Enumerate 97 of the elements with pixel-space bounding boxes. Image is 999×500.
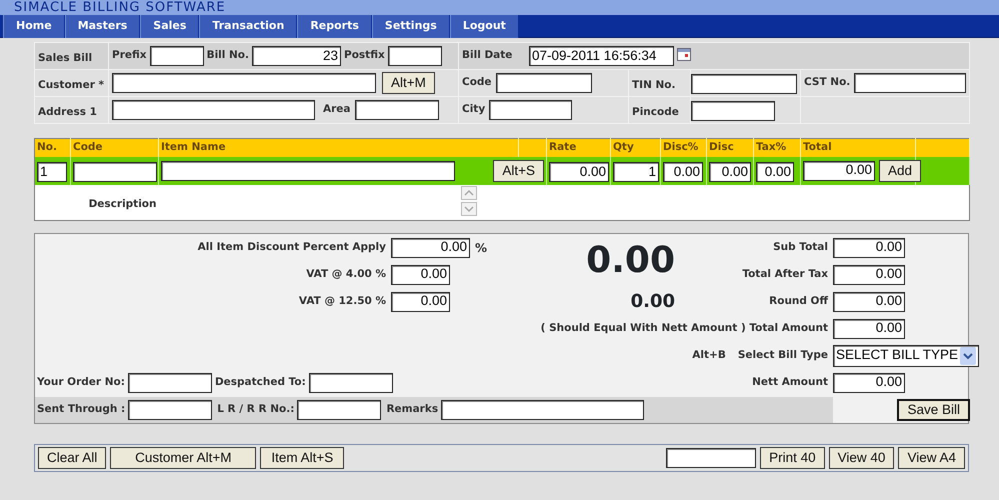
order-number-field[interactable] (128, 372, 212, 392)
column-header: Tax% (756, 140, 786, 153)
pincode-field[interactable] (691, 101, 775, 122)
prefix-field[interactable] (150, 46, 204, 66)
view-button[interactable]: View A4 (898, 447, 965, 469)
despatched-to-field[interactable] (308, 372, 393, 392)
field-label: Sub Total (772, 240, 829, 255)
field-label: CST No. (804, 75, 850, 90)
app-title: SIMACLE BILLING SOFTWARE (14, 0, 227, 15)
field-label: Your Order No: (37, 374, 125, 390)
field-label: Prefix (112, 48, 147, 64)
field-label: Code (462, 75, 492, 90)
menu-item[interactable]: Sales (140, 15, 200, 38)
discount-percent-field[interactable]: 0.00 (663, 162, 703, 182)
item-name-field[interactable] (161, 160, 456, 180)
column-header: Total (803, 140, 832, 153)
section-title: Sales Bill (38, 52, 92, 64)
percent-sign: % (475, 240, 488, 256)
field-label: Address 1 (38, 106, 97, 118)
field-label: Pincode (632, 106, 679, 118)
menu-item[interactable]: Transaction (199, 15, 298, 38)
quantity-field[interactable]: 1 (613, 162, 659, 182)
item-code-field[interactable] (73, 162, 157, 182)
column-header: Qty (613, 140, 634, 153)
menu-item[interactable]: Settings (372, 15, 450, 38)
item-button[interactable]: Item Alt+S (260, 447, 344, 469)
total-field[interactable]: 0.00 (833, 264, 905, 284)
calendar-icon[interactable] (677, 48, 691, 61)
menu-item[interactable]: Masters (64, 15, 140, 38)
tin-field[interactable] (691, 74, 797, 94)
column-header: Disc (709, 140, 734, 153)
tax-percent-field[interactable]: 0.00 (756, 162, 794, 182)
clear-all-button[interactable]: Clear All (38, 447, 106, 469)
field-label: Bill No. (206, 48, 250, 64)
field-label: Despatched To: (214, 374, 306, 390)
menu-item[interactable]: Home (3, 15, 65, 38)
field-label: All Item Discount Percent Apply (196, 240, 387, 255)
sent-through-field[interactable] (128, 400, 212, 420)
bill-number-field[interactable]: 23 (252, 46, 342, 66)
menu-item[interactable]: Logout (450, 15, 519, 38)
total-value: 0.00 (630, 290, 676, 314)
total-field[interactable]: 0.00 (833, 238, 905, 258)
field-label: L R / R R No.: (217, 402, 294, 417)
field-label: Area (323, 102, 351, 118)
menu-item[interactable]: Reports (297, 15, 372, 38)
column-header: No. (37, 140, 57, 153)
shortcut-label: Alt+B (692, 348, 726, 363)
city-field[interactable] (489, 100, 572, 120)
field-label: Customer * (38, 79, 104, 91)
address-field[interactable] (112, 100, 315, 120)
field-label: Remarks (386, 402, 438, 417)
bill-type-select[interactable]: SELECT BILL TYPE (833, 344, 979, 366)
field-label: Sent Through : (37, 402, 126, 417)
customer-lookup-button[interactable]: Alt+M (382, 72, 435, 94)
discount-field[interactable]: 0.00 (709, 162, 751, 182)
item-lookup-button[interactable]: Alt+S (493, 160, 544, 182)
total-field[interactable]: 0.00 (803, 160, 875, 180)
field-label: TIN No. (632, 79, 676, 91)
field-label: City (462, 102, 486, 118)
print-button[interactable]: Print 40 (760, 447, 825, 469)
total-field[interactable]: 0.00 (833, 292, 905, 312)
field-label: Bill Date (462, 48, 514, 64)
area-field[interactable] (354, 100, 439, 120)
save-bill-button[interactable]: Save Bill (897, 398, 970, 420)
column-header: Item Name (161, 140, 226, 153)
nett-amount-field[interactable]: 0.00 (833, 372, 905, 392)
bill-date-field[interactable]: 07-09-2011 16:56:34 (529, 46, 674, 66)
vat-field[interactable]: 0.00 (391, 292, 450, 312)
remarks-field[interactable] (441, 400, 644, 420)
field-label: Nett Amount (751, 374, 829, 390)
caret-icon (960, 346, 976, 364)
field-label: Total After Tax (741, 266, 829, 282)
field-label: Postfix (344, 48, 385, 64)
grand-total-value: 0.00 (585, 243, 676, 279)
discount-apply-field[interactable]: 0.00 (391, 238, 470, 258)
lr-number-field[interactable] (297, 400, 382, 420)
customer-button[interactable]: Customer Alt+M (110, 447, 256, 469)
code-field[interactable] (496, 73, 592, 93)
add-button[interactable]: Add (879, 160, 922, 182)
number-field[interactable]: 1 (37, 162, 67, 182)
column-header: Code (73, 140, 103, 153)
field-label: VAT @ 12.50 % (298, 294, 387, 309)
rate-field[interactable]: 0.00 (549, 162, 609, 182)
view-button[interactable]: View 40 (828, 447, 894, 469)
field-label: Description (88, 198, 156, 210)
field-label: Round Off (768, 294, 830, 309)
field-label: Select Bill Type (738, 348, 828, 363)
cst-field[interactable] (854, 73, 966, 93)
field-label: VAT @ 4.00 % (305, 266, 387, 282)
postfix-field[interactable] (388, 46, 442, 66)
total-field[interactable]: 0.00 (833, 318, 905, 338)
column-header: Disc% (663, 140, 698, 153)
column-header: Rate (549, 140, 576, 153)
vat-field[interactable]: 0.00 (391, 264, 450, 284)
customer-field[interactable] (112, 73, 376, 93)
copies-field[interactable] (666, 448, 756, 468)
field-label: ( Should Equal With Nett Amount ) Total Amount (540, 320, 829, 336)
